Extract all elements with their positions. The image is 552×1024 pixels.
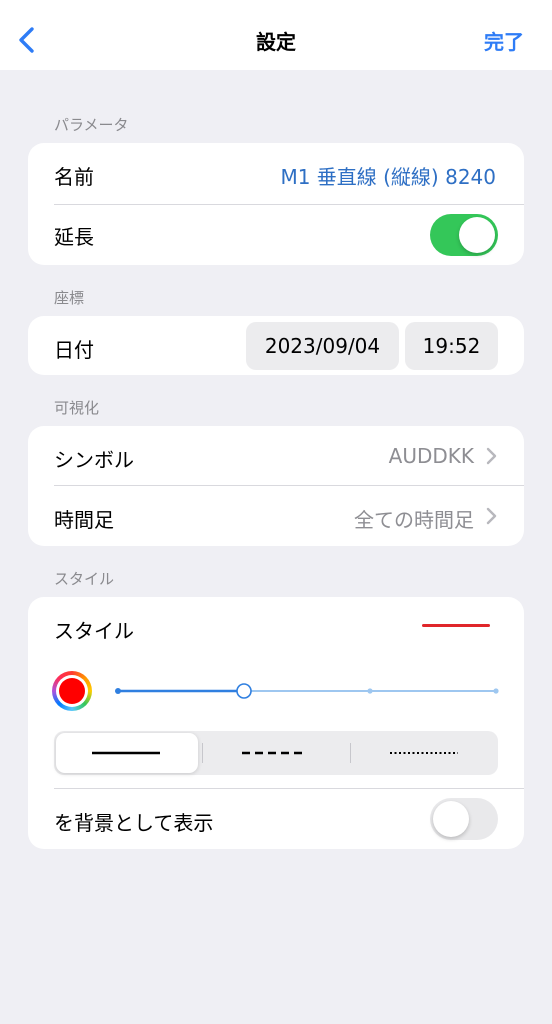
name-value[interactable]: M1 垂直線 (縦線) 8240 [280,161,496,190]
line-style-dashed[interactable] [202,731,350,775]
slider-tick [367,688,373,694]
symbol-label: シンボル [54,448,134,472]
selected-color-swatch [59,678,85,704]
solid-line-icon [92,751,160,755]
line-style-segmented-control [54,731,498,775]
name-row[interactable]: 名前 M1 垂直線 (縦線) 8240 [28,143,524,204]
timeframe-row[interactable]: 時間足 全ての時間足 [28,486,524,546]
chevron-right-icon [486,507,497,525]
background-toggle[interactable] [430,798,498,840]
section-header-visualization: 可視化 [54,399,100,417]
page-title: 設定 [256,30,296,54]
toggle-knob [459,217,495,253]
section-header-style: スタイル [54,570,115,588]
date-label: 日付 [54,338,94,362]
extend-label: 延長 [54,225,94,249]
navigation-bar: 設定 完了 [0,0,552,70]
timeframe-value: 全ての時間足 [354,508,474,532]
background-row: を背景として表示 [28,789,524,849]
line-style-dotted[interactable] [350,731,498,775]
style-card: スタイル を背景として表示 [28,597,524,849]
section-header-coordinates: 座標 [54,289,85,307]
date-picker[interactable]: 2023/09/04 [246,322,399,370]
visualization-card: シンボル AUDDKK 時間足 全ての時間足 [28,426,524,546]
toggle-knob [433,801,469,837]
slider-thumb[interactable] [236,683,252,699]
chevron-right-icon [486,447,497,465]
thickness-slider[interactable] [112,681,502,701]
timeframe-label: 時間足 [54,508,114,532]
slider-tick [115,688,121,694]
line-style-solid[interactable] [54,731,202,775]
extend-row: 延長 [28,205,524,265]
style-label: スタイル [54,619,134,643]
color-picker-button[interactable] [52,671,92,711]
dashed-line-icon [242,751,306,755]
dotted-line-icon [390,752,458,754]
symbol-value: AUDDKK [388,444,474,468]
symbol-row[interactable]: シンボル AUDDKK [28,426,524,486]
done-button[interactable]: 完了 [484,26,524,55]
slider-tick [493,688,499,694]
line-color-preview [422,624,490,627]
coordinates-card: 日付 2023/09/04 19:52 [28,316,524,375]
parameters-card: 名前 M1 垂直線 (縦線) 8240 延長 [28,143,524,265]
section-header-parameters: パラメータ [54,116,129,134]
time-picker[interactable]: 19:52 [405,322,498,370]
name-label: 名前 [54,165,94,189]
extend-toggle[interactable] [430,214,498,256]
background-label: を背景として表示 [54,811,214,835]
